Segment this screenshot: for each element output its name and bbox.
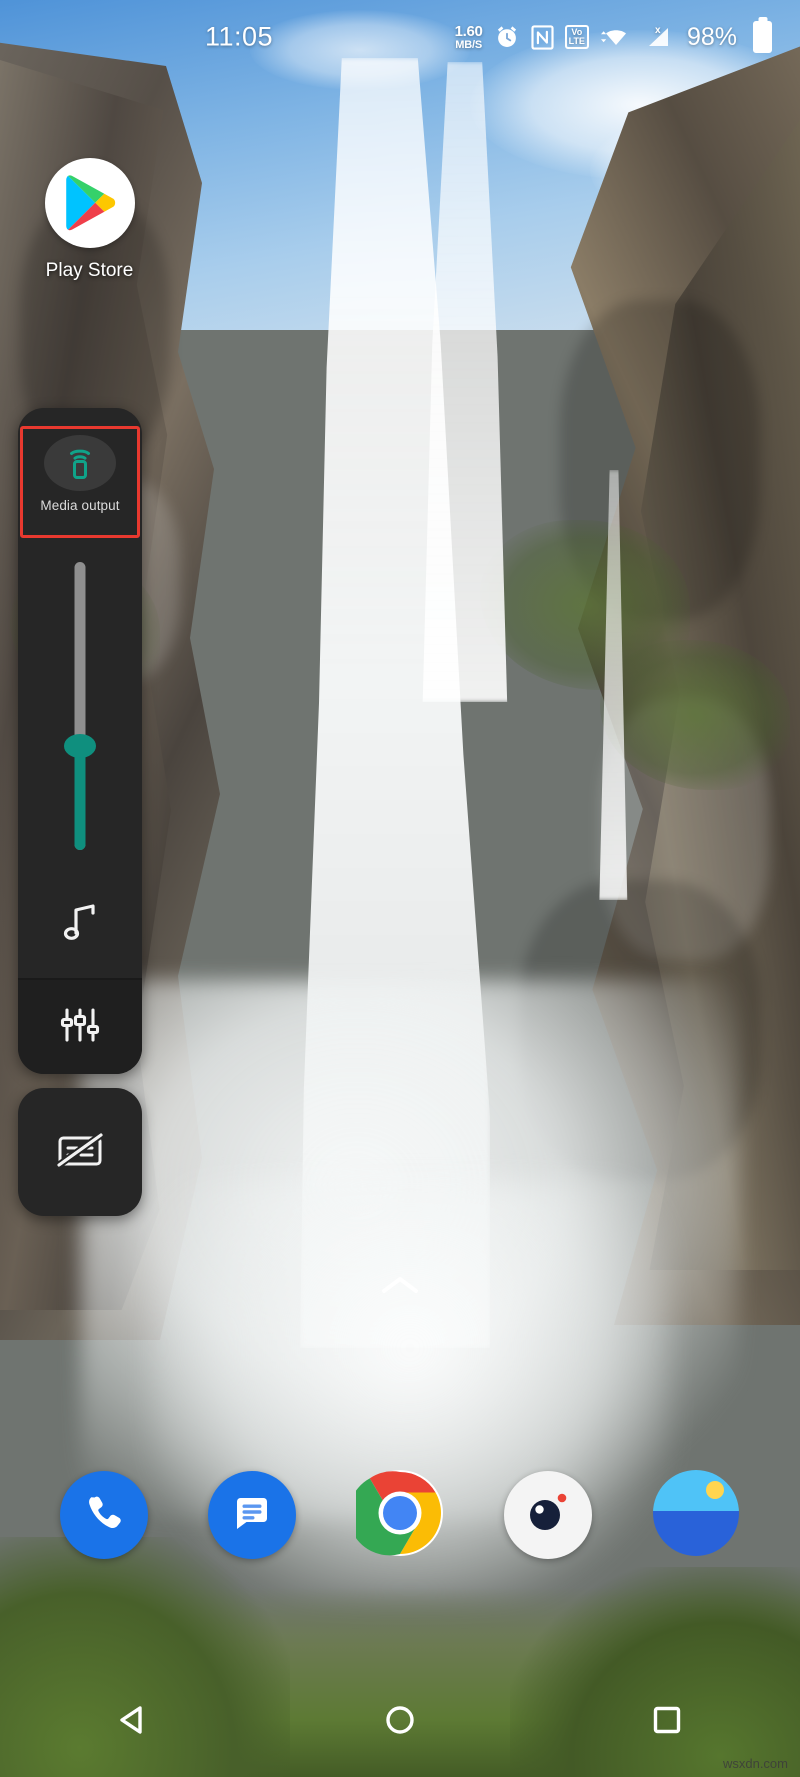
svg-text:x: x <box>655 25 661 36</box>
dock <box>0 1469 800 1562</box>
battery-full-icon <box>753 21 772 53</box>
home-app-label: Play Store <box>45 260 134 281</box>
recents-square-icon <box>649 1702 685 1743</box>
phone-cast-icon <box>63 442 97 485</box>
navigation-bar <box>0 1667 800 1777</box>
chevron-up-icon <box>379 1277 421 1302</box>
volume-slider-thumb[interactable] <box>64 734 96 758</box>
home-app-play-store[interactable]: Play Store <box>42 158 137 282</box>
volume-panel-main[interactable]: Media output <box>18 408 142 1074</box>
messages-icon <box>228 1489 276 1542</box>
sound-settings-button[interactable] <box>18 978 142 1074</box>
live-caption-off-icon <box>53 1126 107 1179</box>
chrome-icon <box>348 1469 444 1562</box>
nav-home-button[interactable] <box>340 1687 460 1757</box>
android-home-screen: 11:05 1.60 MB/S Vo LTE x 98% Play Store … <box>0 0 800 1777</box>
volte-label-bottom: LTE <box>568 36 585 46</box>
wifi-icon <box>600 24 632 50</box>
music-note-icon <box>60 900 100 949</box>
media-output-button[interactable]: Media output <box>18 408 142 540</box>
camera-icon <box>518 1483 578 1548</box>
nav-back-button[interactable] <box>73 1687 193 1757</box>
volume-slider-fill <box>74 744 86 850</box>
alarm-clock-icon <box>494 24 520 50</box>
media-volume-slider[interactable] <box>18 540 142 870</box>
cellular-signal-no-sim-icon: x <box>643 23 673 51</box>
volume-stream-button[interactable] <box>18 870 142 978</box>
dock-item-phone[interactable] <box>60 1471 148 1559</box>
dock-item-camera[interactable] <box>504 1471 592 1559</box>
phone-icon <box>80 1489 128 1542</box>
home-circle-icon <box>382 1702 418 1743</box>
status-bar[interactable]: 11:05 1.60 MB/S Vo LTE x 98% <box>0 0 800 74</box>
photos-gallery-icon <box>652 1469 740 1562</box>
battery-percent-label: 98% <box>686 22 737 51</box>
network-speed-unit: MB/S <box>455 38 482 51</box>
nfc-icon <box>531 24 554 50</box>
volte-icon: Vo LTE <box>564 25 589 49</box>
back-triangle-icon <box>115 1702 151 1743</box>
media-output-label: Media output <box>40 498 120 513</box>
nav-recents-button[interactable] <box>607 1687 727 1757</box>
app-drawer-chevron-up[interactable] <box>379 1272 421 1303</box>
volume-panel[interactable]: Media output <box>18 408 142 1216</box>
sound-settings-sliders-icon <box>58 1003 102 1052</box>
network-speed-value: 1.60 <box>454 22 483 40</box>
play-store-icon[interactable] <box>44 158 135 248</box>
network-speed-indicator: 1.60 MB/S <box>455 24 483 51</box>
dock-item-messages[interactable] <box>208 1471 296 1559</box>
status-bar-icons: 1.60 MB/S Vo LTE x 98% <box>455 21 772 53</box>
media-output-bubble[interactable] <box>44 435 116 491</box>
watermark: wsxdn.com <box>722 1756 788 1771</box>
status-bar-clock: 11:05 <box>205 21 274 52</box>
dock-item-chrome[interactable] <box>348 1469 444 1562</box>
dock-item-photos[interactable] <box>652 1469 740 1562</box>
live-caption-button[interactable] <box>18 1088 142 1216</box>
